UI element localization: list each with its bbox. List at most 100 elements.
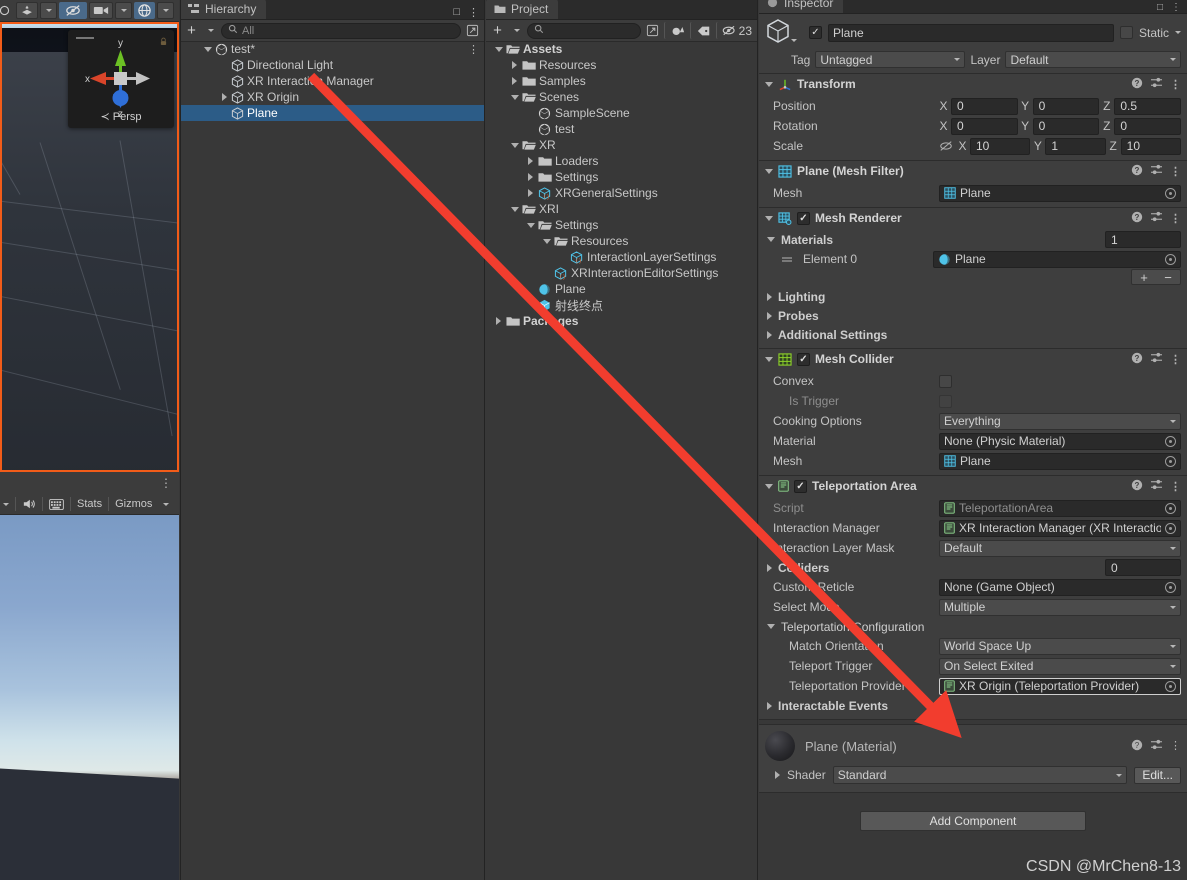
project-row-assets[interactable]: Assets — [486, 41, 758, 57]
foldout-expanded-icon[interactable] — [495, 47, 503, 52]
hierarchy-row-xr-origin[interactable]: XR Origin — [180, 89, 485, 105]
project-row-packages[interactable]: Packages — [486, 313, 758, 329]
hierarchy-row-plane[interactable]: Plane — [180, 105, 485, 121]
tab-hierarchy[interactable]: Hierarchy — [180, 0, 266, 19]
scene-camera-dropdown[interactable] — [115, 2, 132, 19]
project-row-samplescene[interactable]: SampleScene — [486, 105, 758, 121]
hierarchy-row-directional-light[interactable]: Directional Light — [180, 57, 485, 73]
foldout-expanded-icon[interactable] — [765, 357, 773, 362]
component-header[interactable]: Plane (Mesh Filter)?⋮ — [759, 161, 1187, 181]
object-field[interactable]: None (Physic Material) — [939, 433, 1181, 450]
tag-dropdown[interactable]: Untagged — [815, 51, 965, 68]
game-stats-button[interactable]: Stats — [72, 496, 107, 512]
pivot-rotation-icon[interactable] — [0, 2, 14, 19]
tab-inspector[interactable]: Inspector — [759, 0, 843, 13]
preset-icon[interactable] — [1150, 211, 1163, 225]
object-field[interactable]: Plane — [939, 185, 1181, 202]
component-menu-icon[interactable]: ⋮ — [1170, 353, 1181, 366]
project-row-settings[interactable]: Settings — [486, 169, 758, 185]
project-row-plane[interactable]: Plane — [486, 281, 758, 297]
foldout-expanded-icon[interactable] — [765, 216, 773, 221]
foldout-collapsed-icon[interactable] — [496, 317, 501, 325]
mute-audio-icon[interactable] — [17, 496, 41, 512]
object-field[interactable]: XR Interaction Manager (XR Interaction — [939, 520, 1181, 537]
dropdown-field[interactable]: Multiple — [939, 599, 1181, 616]
project-filter-label-icon[interactable] — [690, 22, 714, 39]
scene-view-menu-icon[interactable]: ⋮ — [160, 476, 172, 490]
foldout-expanded-icon[interactable] — [767, 624, 775, 629]
component-header[interactable]: ✓Teleportation Area?⋮ — [759, 476, 1187, 496]
component-enabled-checkbox[interactable]: ✓ — [797, 212, 810, 225]
axis-input-y[interactable]: 0 — [1033, 98, 1100, 115]
array-size-input[interactable]: 1 — [1105, 231, 1181, 248]
project-filter-type-icon[interactable] — [664, 22, 688, 39]
axis-input-z[interactable]: 0.5 — [1114, 98, 1181, 115]
project-row-xr[interactable]: XR — [486, 137, 758, 153]
help-icon[interactable]: ? — [1131, 77, 1143, 92]
static-dropdown[interactable] — [1175, 31, 1181, 34]
foldout-collapsed-icon[interactable] — [222, 93, 227, 101]
axis-input-y[interactable]: 0 — [1033, 118, 1100, 135]
static-checkbox[interactable] — [1120, 26, 1133, 39]
gizmo-projection-label[interactable]: ≺ Persp — [68, 110, 174, 123]
preset-icon[interactable] — [1150, 479, 1163, 493]
help-icon[interactable]: ? — [1131, 479, 1143, 494]
help-icon[interactable]: ? — [1131, 164, 1143, 179]
project-row--[interactable]: 射线终点 — [486, 297, 758, 313]
component-header[interactable]: ✓Mesh Renderer?⋮ — [759, 208, 1187, 228]
tab-project[interactable]: Project — [486, 0, 558, 19]
game-gizmos-button[interactable]: Gizmos — [110, 496, 157, 512]
layer-dropdown[interactable]: Default — [1005, 51, 1181, 68]
project-open-window-icon[interactable] — [643, 22, 662, 39]
project-row-settings[interactable]: Settings — [486, 217, 758, 233]
material-foldout-icon[interactable] — [775, 771, 780, 779]
project-row-resources[interactable]: Resources — [486, 57, 758, 73]
gizmos-dropdown[interactable] — [157, 2, 174, 19]
axis-input-x[interactable]: 0 — [951, 98, 1018, 115]
game-grid-icon[interactable] — [44, 496, 69, 512]
object-picker-icon[interactable] — [1165, 503, 1176, 514]
material-menu-icon[interactable]: ⋮ — [1170, 739, 1181, 754]
game-viewport[interactable] — [0, 515, 179, 880]
hidden-objects-icon[interactable] — [59, 2, 87, 19]
game-gizmos-dropdown[interactable] — [158, 496, 174, 512]
foldout-collapsed-icon[interactable] — [767, 564, 772, 572]
hierarchy-maximize-icon[interactable]: □ — [453, 6, 460, 19]
project-row-test[interactable]: test — [486, 121, 758, 137]
foldout-collapsed-icon[interactable] — [767, 702, 772, 710]
drag-handle-icon[interactable] — [781, 252, 793, 266]
project-search-input[interactable] — [527, 23, 641, 39]
foldout-expanded-icon[interactable] — [765, 169, 773, 174]
scene-effects-icon[interactable] — [16, 2, 38, 19]
project-row-xrgeneralsettings[interactable]: {}XRGeneralSettings — [486, 185, 758, 201]
foldout-expanded-icon[interactable] — [511, 143, 519, 148]
axis-input-z[interactable]: 0 — [1114, 118, 1181, 135]
foldout-collapsed-icon[interactable] — [528, 189, 533, 197]
foldout-expanded-icon[interactable] — [511, 95, 519, 100]
object-field[interactable]: None (Game Object) — [939, 579, 1181, 596]
component-header[interactable]: Transform?⋮ — [759, 74, 1187, 94]
foldout-expanded-icon[interactable] — [765, 484, 773, 489]
hierarchy-add-button[interactable]: + — [183, 22, 200, 39]
foldout-expanded-icon[interactable] — [543, 239, 551, 244]
property-foldout-count[interactable]: Colliders0 — [759, 558, 1187, 577]
object-field[interactable]: XR Origin (Teleportation Provider) — [939, 678, 1181, 695]
component-menu-icon[interactable]: ⋮ — [1170, 165, 1181, 178]
project-row-samples[interactable]: Samples — [486, 73, 758, 89]
scene-effects-dropdown[interactable] — [40, 2, 57, 19]
scene-orientation-gizmo[interactable]: y x z ≺ Persp — [68, 30, 174, 128]
component-enabled-checkbox[interactable]: ✓ — [797, 353, 810, 366]
help-icon[interactable]: ? — [1131, 352, 1143, 367]
object-picker-icon[interactable] — [1165, 188, 1176, 199]
scene-camera-icon[interactable] — [89, 2, 113, 19]
gameobject-icon-dropdown[interactable] — [791, 39, 797, 42]
object-picker-icon[interactable] — [1165, 456, 1176, 467]
hierarchy-row-xr-interaction-manager[interactable]: XR Interaction Manager — [180, 73, 485, 89]
help-icon[interactable]: ? — [1131, 739, 1143, 754]
object-field[interactable]: TeleportationArea — [939, 500, 1181, 517]
property-foldout[interactable]: Interactable Events — [759, 696, 1187, 715]
project-tree[interactable]: AssetsResourcesSamplesScenesSampleScenet… — [486, 41, 758, 880]
gameobject-name-input[interactable]: Plane — [828, 24, 1114, 42]
object-picker-icon[interactable] — [1165, 254, 1176, 265]
dropdown-field[interactable]: Default — [939, 540, 1181, 557]
